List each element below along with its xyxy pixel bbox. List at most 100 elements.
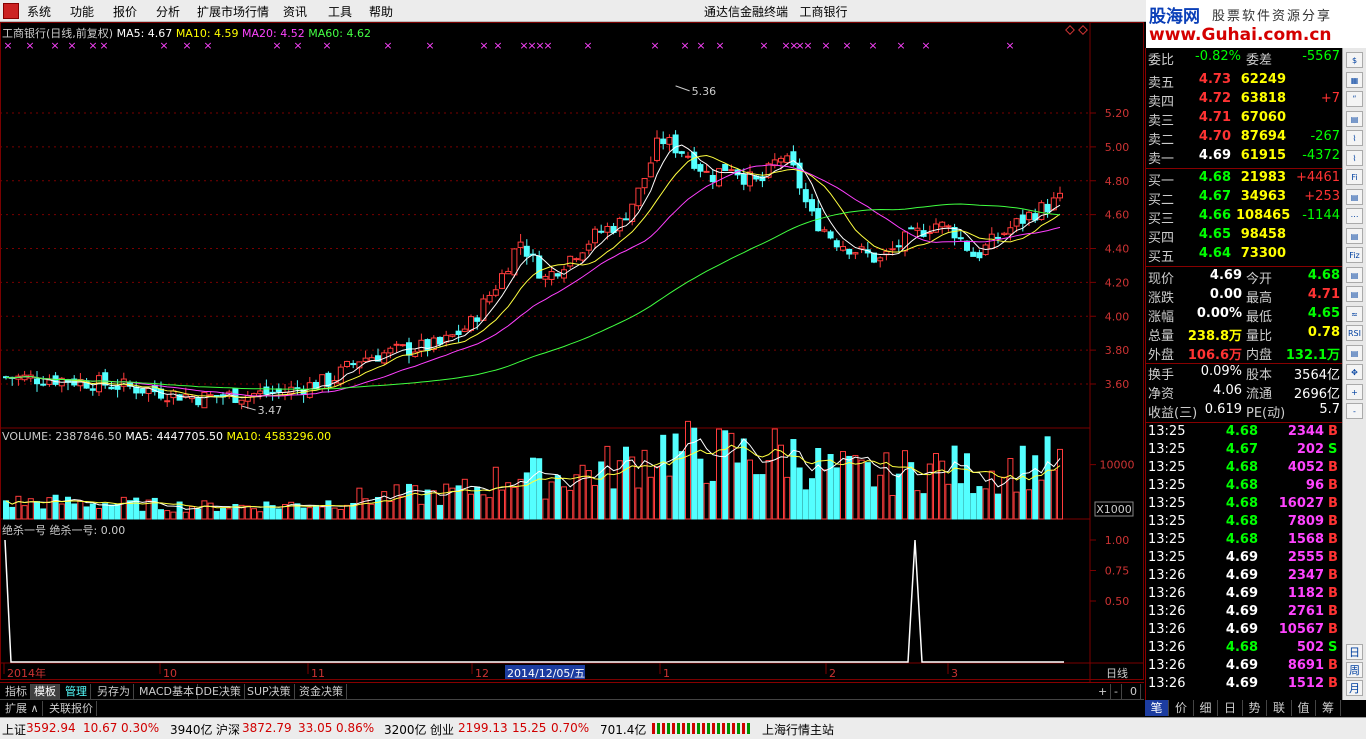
sidebar-period-button[interactable]: 日	[1346, 644, 1363, 660]
stat-row: 总量 238.8万 量比 0.78	[1146, 325, 1342, 344]
volume-bar	[313, 504, 319, 520]
extension-tab[interactable]: 关联报价	[46, 701, 97, 716]
candle-body	[945, 225, 952, 228]
volume-bar	[554, 475, 561, 520]
sidebar-tool-icon[interactable]: ▤	[1346, 286, 1363, 302]
sidebar-tool-icon[interactable]: -	[1346, 403, 1363, 419]
indicator-tab[interactable]: DDE决策	[192, 684, 245, 699]
tick-row: 13:26 4.69 2761 B	[1146, 604, 1342, 623]
volume-bar	[406, 483, 412, 520]
sidebar-tool-icon[interactable]: ⋯	[1346, 208, 1363, 224]
quote-tab[interactable]: 值	[1292, 700, 1316, 716]
sidebar-tool-icon[interactable]: RSI	[1346, 325, 1363, 341]
candle-body	[995, 236, 1001, 239]
candle-body	[871, 252, 877, 263]
indicator-tab[interactable]: 模板	[31, 684, 60, 699]
volume-bar	[858, 459, 865, 520]
sidebar-tool-icon[interactable]: ⌇	[1346, 149, 1363, 166]
menu-item-analysis[interactable]: 分析	[156, 3, 180, 20]
tick-row: 13:26 4.69 10567 B	[1146, 622, 1342, 641]
sidebar-tool-icon[interactable]: ▤	[1346, 227, 1363, 244]
menu-item-extended-market[interactable]: 扩展市场行情	[197, 3, 269, 20]
candle-body	[846, 248, 853, 255]
quote-tab[interactable]: 日	[1219, 700, 1243, 716]
tick-row: 13:26 4.69 1182 B	[1146, 586, 1342, 605]
bid-label: 买四	[1148, 231, 1175, 246]
indicator-tab[interactable]: 资金决策	[296, 684, 347, 699]
quote-tab[interactable]: 笔	[1145, 700, 1169, 716]
menu-item-system[interactable]: 系统	[27, 3, 51, 20]
quote-tab[interactable]: 筹	[1317, 700, 1341, 716]
menu-item-function[interactable]: 功能	[70, 3, 94, 20]
menu-item-tools[interactable]: 工具	[328, 3, 352, 20]
indicator-tab[interactable]: 指标	[2, 684, 31, 699]
price-axis-label: 3.60	[1105, 378, 1130, 391]
candle-body	[623, 218, 629, 221]
indicator-tab[interactable]: SUP决策	[244, 684, 295, 699]
tick-price: 4.69	[1225, 658, 1258, 673]
indicator-tab[interactable]: MACD基本	[136, 684, 198, 699]
quote-tab[interactable]: 势	[1243, 700, 1267, 716]
server-name[interactable]: 上海行情主站	[762, 721, 834, 738]
event-marker-icon: ×	[493, 39, 502, 52]
sidebar-tool-icon[interactable]: ▤	[1346, 344, 1363, 361]
sidebar-period-button[interactable]: 月	[1346, 680, 1363, 696]
quote-panel: 委比 -0.82% 委差 -5567 卖五 4.73 62249 卖四 4.72 63818 +7 卖…	[1145, 48, 1342, 700]
indicator-tab[interactable]: 管理	[62, 684, 91, 699]
brand-url: www.Guhai.com.cn	[1149, 25, 1332, 45]
volume-bar	[908, 462, 915, 520]
tick-side: B	[1328, 604, 1338, 619]
candle-body	[976, 252, 983, 259]
sidebar-tool-icon[interactable]: ▦	[1346, 71, 1363, 88]
stat-value: 106.6万	[1187, 348, 1242, 363]
volume-bar	[654, 466, 660, 520]
sidebar-tool-icon[interactable]: +	[1346, 383, 1363, 400]
sidebar-period-button[interactable]: 周	[1346, 662, 1363, 678]
ma10-label: MA10: 4.59	[175, 27, 239, 40]
quote-tab[interactable]: 细	[1194, 700, 1218, 716]
sidebar-tool-icon[interactable]: Fiz	[1346, 247, 1363, 263]
menu-item-help[interactable]: 帮助	[369, 3, 393, 20]
candle-body	[548, 271, 555, 280]
sidebar-tool-icon[interactable]: Fi	[1346, 169, 1363, 185]
volume-bar	[40, 508, 47, 520]
volume-bar	[77, 500, 84, 520]
tick-time: 13:25	[1148, 532, 1186, 547]
indicator-tab[interactable]: 另存为	[94, 684, 134, 699]
volume-bar	[71, 503, 78, 520]
candle-body	[393, 343, 400, 346]
kline-chart[interactable]: 5.20 5.00 4.80 4.60 4.40 4.20 4.00 3.80 3.60 × × × ×…	[0, 22, 1144, 682]
candle-body	[89, 388, 96, 391]
candle-body	[635, 187, 642, 207]
menu-item-quote[interactable]: 报价	[113, 3, 137, 20]
volume-bar	[982, 488, 989, 520]
volume-bar	[114, 503, 121, 520]
quote-tab[interactable]: 联	[1268, 700, 1292, 716]
volume-bar	[1038, 479, 1045, 520]
zoom-button[interactable]: -	[1111, 684, 1122, 699]
window-title: 通达信金融终端 工商银行	[704, 5, 848, 19]
candle-body	[517, 241, 524, 248]
sidebar-tool-icon[interactable]: ⌇	[1346, 130, 1363, 146]
ma20-label: MA20: 4.52	[242, 27, 305, 40]
sidebar-tool-icon[interactable]: $	[1346, 52, 1363, 68]
extension-tab[interactable]: 扩展 ∧	[2, 701, 43, 716]
volume-bar	[877, 474, 884, 520]
zoom-button[interactable]: 0	[1127, 684, 1141, 699]
chart-area[interactable]: 5.20 5.00 4.80 4.60 4.40 4.20 4.00 3.80 3.60 × × × ×…	[0, 22, 1144, 682]
quote-tab[interactable]: 价	[1170, 700, 1194, 716]
tick-row: 13:25 4.68 16027 B	[1146, 496, 1342, 515]
sidebar-tool-icon[interactable]: ▤	[1346, 266, 1363, 283]
candle-body	[511, 248, 518, 276]
sidebar-tool-icon[interactable]: ▤	[1346, 110, 1363, 127]
sidebar-tool-icon[interactable]: ▤	[1346, 188, 1363, 205]
volume-bar	[368, 503, 375, 520]
sidebar-tool-icon[interactable]: ✥	[1346, 364, 1363, 380]
sidebar-tool-icon[interactable]: ʺ	[1346, 91, 1363, 107]
sidebar-tool-icon[interactable]: ≈	[1346, 305, 1363, 322]
tick-side: B	[1328, 622, 1338, 637]
zoom-button[interactable]: +	[1095, 684, 1112, 699]
ticks-divider	[1146, 422, 1342, 423]
quote-tab-bar: 笔价细日势联值筹	[1145, 700, 1341, 716]
menu-item-info[interactable]: 资讯	[283, 3, 307, 20]
